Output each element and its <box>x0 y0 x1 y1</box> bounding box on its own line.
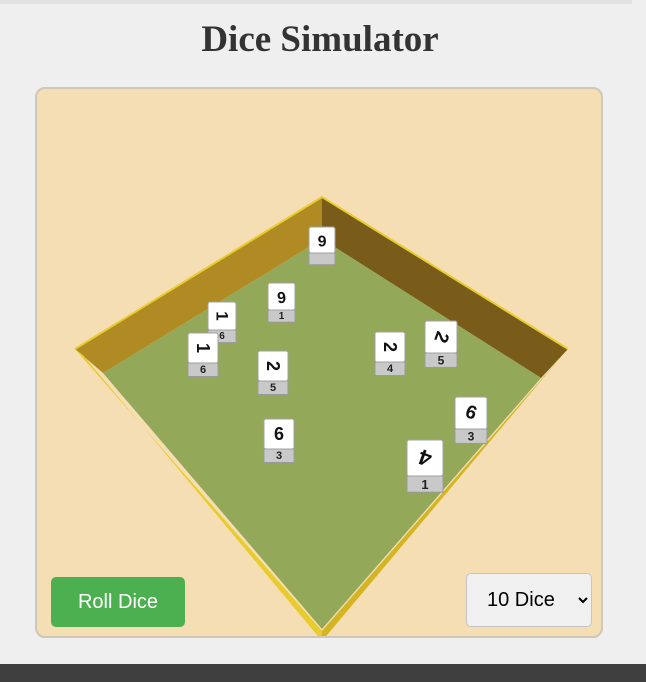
die-side-value: 5 <box>270 382 276 394</box>
die-value: 1 <box>213 311 232 320</box>
die: 25 <box>257 350 289 395</box>
die-value: 2 <box>263 361 283 371</box>
die-side-value: 6 <box>219 331 225 342</box>
page-title: Dice Simulator <box>201 19 439 60</box>
footer-bar <box>0 664 646 682</box>
die-side-value: 5 <box>438 354 445 368</box>
die-side-face <box>308 252 336 266</box>
top-edge <box>0 0 646 4</box>
die: 25 <box>424 320 458 368</box>
die: 63 <box>454 396 488 444</box>
die: 24 <box>374 331 406 376</box>
die: 41 <box>406 439 444 493</box>
die-value: 6 <box>274 424 284 444</box>
die: 63 <box>263 418 295 463</box>
dice-count-select[interactable]: 10 Dice <box>466 573 592 627</box>
die-value: 1 <box>193 343 213 353</box>
roll-dice-button[interactable]: Roll Dice <box>51 577 185 627</box>
die: 61 <box>267 282 296 323</box>
die-side-value: 1 <box>279 311 285 322</box>
die-value: 2 <box>380 342 400 352</box>
dice-table[interactable]: 6611616252425636341 Roll Dice 10 Dice <box>35 87 603 638</box>
die: 16 <box>187 332 219 377</box>
die-value: 6 <box>317 232 326 249</box>
die-side-value: 3 <box>276 450 282 462</box>
die-side-value: 3 <box>468 430 475 444</box>
scrollbar[interactable] <box>632 0 646 664</box>
die-side-value: 1 <box>421 477 428 492</box>
die-side-value: 4 <box>387 363 394 375</box>
dice-tray-scene: 6611616 252425636341 <box>74 195 569 636</box>
die-side-value: 6 <box>200 364 206 376</box>
die: 6 <box>308 226 336 266</box>
die-value: 6 <box>276 288 286 306</box>
